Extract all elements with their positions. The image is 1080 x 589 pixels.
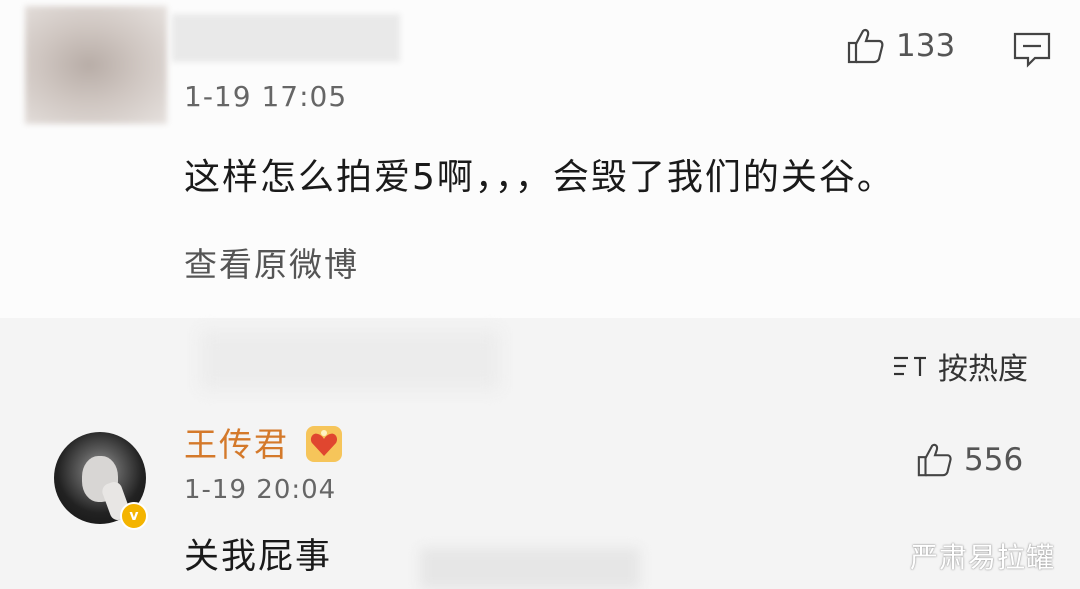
thumbs-up-icon bbox=[916, 441, 954, 479]
comment-icon[interactable] bbox=[1012, 30, 1052, 72]
watermark: 严肃易拉罐 bbox=[910, 541, 1056, 574]
verified-badge-icon: v bbox=[120, 502, 148, 530]
comment-timestamp: 1-19 17:05 bbox=[184, 80, 348, 113]
reply-text: 关我屁事 bbox=[184, 537, 333, 577]
reply-timestamp: 1-19 20:04 bbox=[184, 475, 337, 505]
sort-by-hot-button[interactable]: 按热度 bbox=[892, 344, 1028, 388]
sort-icon bbox=[892, 353, 928, 379]
sort-label: 按热度 bbox=[938, 352, 1028, 387]
blurred-background bbox=[420, 548, 640, 589]
like-button-comment1[interactable]: 133 bbox=[846, 26, 955, 66]
like-count: 556 bbox=[964, 442, 1024, 478]
like-count: 133 bbox=[896, 28, 956, 64]
thumbs-up-icon bbox=[846, 26, 886, 66]
like-button-comment2[interactable]: 556 bbox=[916, 441, 1023, 479]
blurred-background bbox=[200, 330, 500, 390]
vip-heart-icon bbox=[304, 424, 344, 468]
comment-text: 这样怎么拍爱5啊，，，会毁了我们的关谷。 bbox=[184, 157, 895, 198]
blurred-username[interactable] bbox=[172, 14, 400, 62]
username[interactable]: 王传君 bbox=[184, 418, 289, 466]
blurred-avatar[interactable] bbox=[25, 6, 167, 124]
view-original-link[interactable]: 查看原微博 bbox=[184, 238, 359, 286]
